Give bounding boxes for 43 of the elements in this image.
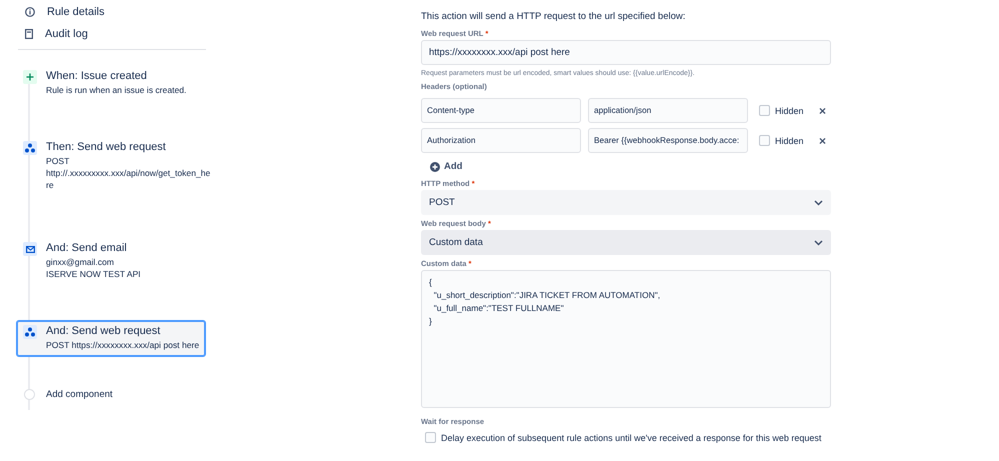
webhook-icon [25, 327, 35, 337]
plus-icon [26, 73, 34, 81]
header-name-field[interactable]: Content-type [421, 98, 581, 123]
add-component-link[interactable]: Add component [46, 389, 113, 400]
component-title: Then: Send web request [46, 140, 167, 154]
component-detail: http://.xxxxxxxxx.xxx/api/now/get_token_here [46, 167, 211, 191]
url-field[interactable]: https://xxxxxxxx.xxx/api post here [421, 40, 831, 65]
rule-component[interactable]: And: Send web request POST https://xxxxxxxx.xxx/api post here [16, 320, 206, 357]
component-detail: Rule is run when an issue is created. [46, 84, 188, 96]
hidden-checkbox[interactable] [759, 105, 770, 116]
component-detail: POST [46, 155, 70, 167]
component-title: And: Send email [46, 241, 128, 255]
webhook-icon [25, 143, 35, 153]
chevron-down-icon [814, 240, 823, 246]
sidebar-link[interactable]: Audit log [0, 23, 206, 45]
hidden-checkbox[interactable] [759, 135, 770, 146]
component-title: When: Issue created [46, 69, 148, 83]
sidebar-link[interactable]: Rule details [0, 1, 206, 23]
remove-button[interactable]: × [819, 104, 826, 118]
checkbox-label: Delay execution of subsequent rule actions until we've received a response for this web request [441, 432, 822, 442]
envelope-icon [26, 246, 34, 252]
custom-data-textarea[interactable]: { "u_short_description":"JIRA TICKET FROM AUTOMATION", "u_full_name":"TEST FULLNAME" } [421, 270, 831, 408]
description-text: This action will send a HTTP request to the url specified below: [421, 10, 686, 24]
document-icon [25, 29, 33, 39]
add-header-button[interactable]: Add [430, 161, 462, 172]
component-detail: ISERVE NOW TEST API [46, 268, 142, 280]
header-value-field[interactable]: application/json [588, 98, 748, 123]
chevron-down-icon [814, 200, 823, 206]
header-value-field[interactable]: Bearer {{webhookResponse.body.acce: [588, 128, 748, 153]
rule-component[interactable]: And: Send email ginxx@gmail.com ISERVE NOW TEST API [16, 237, 206, 286]
select-field[interactable]: POST [421, 190, 831, 215]
plus-circle-icon [430, 162, 440, 172]
component-detail: POST https://xxxxxxxx.xxx/api post here [46, 339, 200, 351]
remove-button[interactable]: × [819, 134, 826, 148]
rule-component[interactable]: When: Issue created Rule is run when an issue is created. [16, 65, 206, 102]
info-icon [25, 7, 35, 17]
component-detail: ginxx@gmail.com [46, 256, 115, 268]
hidden-label: Hidden [775, 136, 805, 146]
component-title: And: Send web request [46, 324, 162, 338]
select-field[interactable]: Custom data [421, 230, 831, 255]
hidden-label: Hidden [775, 106, 805, 116]
wait-checkbox[interactable] [425, 432, 436, 443]
header-name-field[interactable]: Authorization [421, 128, 581, 153]
